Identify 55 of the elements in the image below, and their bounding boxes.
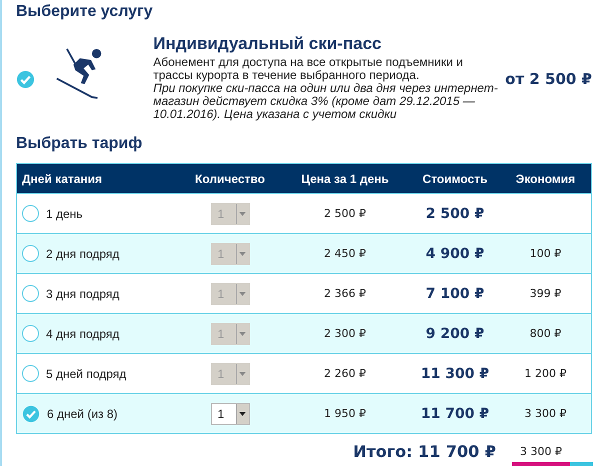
radio-button[interactable] — [22, 365, 39, 382]
tariff-row[interactable]: 2 дня подряд 1 2 450 ₽ 4 900 ₽ 100 ₽ — [17, 233, 591, 273]
column-header: Цена за 1 день — [300, 172, 390, 186]
column-header: Дней катания — [21, 172, 104, 186]
column-header: Стоимость — [422, 172, 488, 186]
service-description: Абонемент для доступа на все открытые подъемники и трассы курорта в течение выбранного периода. — [153, 56, 464, 82]
section-heading: Выбрать тариф — [16, 134, 144, 154]
days-label: 1 день — [46, 206, 83, 220]
section-heading: Выберите услугу — [16, 2, 154, 22]
cost-value: 11 300 ₽ — [420, 366, 490, 382]
total-label: Итого: 11 700 ₽ — [353, 442, 496, 460]
days-label: 3 дня подряд — [46, 286, 120, 300]
cut-off-button[interactable] — [570, 462, 593, 466]
caret-icon — [239, 252, 246, 256]
days-label: 6 дней (из 8) — [47, 406, 118, 420]
savings-value: 3 300 ₽ — [524, 407, 566, 420]
price-per-day: 2 500 ₽ — [324, 207, 366, 220]
tariff-row[interactable]: 4 дня подряд 1 2 300 ₽ 9 200 ₽ 800 ₽ — [17, 313, 591, 353]
caret-icon — [239, 412, 246, 416]
days-label: 2 дня подряд — [46, 246, 120, 260]
discount-note: При покупке ски-пасса на один или два дня через интернет-магазин действует скидка 3% (кроме дат 29.12.2015 — 10.01.2016). Цена указана с учетом скидки — [153, 82, 499, 121]
price-per-day: 2 450 ₽ — [324, 247, 366, 260]
savings-value: 1 200 ₽ — [524, 367, 566, 380]
days-label: 4 дня подряд — [46, 326, 120, 340]
caret-icon — [239, 212, 246, 216]
radio-button[interactable] — [22, 205, 39, 222]
total-savings: 3 300 ₽ — [520, 444, 562, 458]
price-per-day: 1 950 ₽ — [324, 407, 366, 420]
cost-value: 9 200 ₽ — [426, 326, 484, 342]
radio-button[interactable] — [22, 245, 39, 262]
column-header: Экономия — [514, 172, 576, 186]
cost-value: 11 700 ₽ — [420, 406, 490, 422]
price-per-day: 2 260 ₽ — [324, 367, 366, 380]
price-per-day: 2 300 ₽ — [324, 327, 366, 340]
radio-button[interactable] — [22, 325, 39, 342]
check-icon[interactable] — [16, 70, 35, 88]
savings-value: 100 ₽ — [530, 247, 562, 260]
tariff-row[interactable]: 6 дней (из 8) 1 1 950 ₽ 11 700 ₽ 3 300 ₽ — [17, 393, 591, 433]
cost-value: 7 100 ₽ — [426, 286, 484, 302]
cost-value: 4 900 ₽ — [426, 246, 484, 262]
caret-icon — [239, 372, 246, 376]
savings-value: 800 ₽ — [530, 327, 562, 340]
cost-value: 2 500 ₽ — [426, 206, 484, 222]
cut-off-button[interactable] — [512, 462, 570, 466]
service-title: Индивидуальный ски-пасс — [153, 37, 382, 50]
caret-icon — [239, 332, 246, 336]
service-price: от 2 500 ₽ — [505, 70, 592, 88]
column-header: Количество — [194, 172, 266, 186]
savings-value: 399 ₽ — [530, 287, 562, 300]
check-icon[interactable] — [22, 404, 40, 422]
quantity-select[interactable]: 1 — [210, 402, 250, 424]
days-label: 5 дней подряд — [46, 366, 126, 380]
caret-icon — [239, 292, 246, 296]
radio-button[interactable] — [22, 285, 39, 302]
price-per-day: 2 366 ₽ — [324, 287, 366, 300]
